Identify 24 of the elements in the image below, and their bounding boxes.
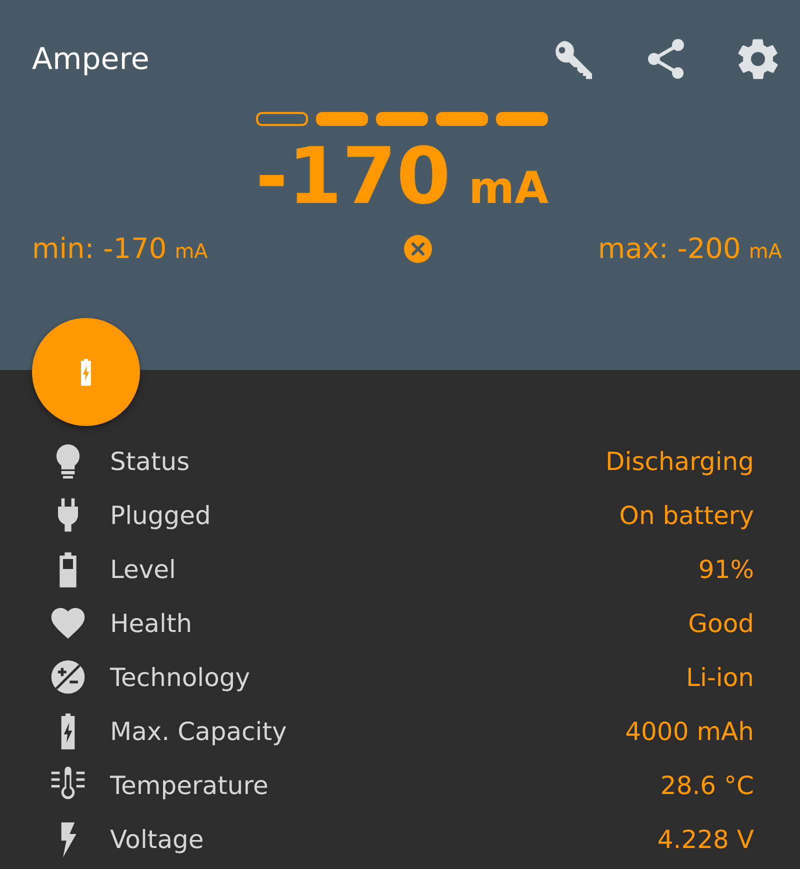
app-title: Ampere <box>32 42 150 76</box>
detail-value: Good <box>688 608 754 638</box>
detail-value: 4.228 V <box>657 824 754 854</box>
detail-value: Discharging <box>606 446 754 476</box>
detail-label: Technology <box>110 662 252 692</box>
max-reading: max: -200 <box>598 232 741 265</box>
detail-label: Status <box>110 446 191 476</box>
detail-value: On battery <box>619 500 754 530</box>
min-unit: mA <box>174 239 208 263</box>
detail-value: 28.6 °C <box>660 770 754 800</box>
detail-value: 91% <box>698 554 754 584</box>
max-unit: mA <box>748 239 782 263</box>
detail-label: Health <box>110 608 194 638</box>
current-unit: mA <box>468 163 549 214</box>
detail-label: Max. Capacity <box>110 716 288 746</box>
min-reading: min: -170 <box>32 232 167 265</box>
reset-icon[interactable] <box>404 234 432 262</box>
detail-label: Level <box>110 554 177 584</box>
current-reading: -170 <box>255 132 451 222</box>
detail-value: 4000 mAh <box>625 716 754 746</box>
detail-label: Voltage <box>110 824 205 854</box>
detail-label: Plugged <box>110 500 212 530</box>
detail-value: Li-ion <box>686 662 754 692</box>
detail-label: Temperature <box>110 770 270 800</box>
